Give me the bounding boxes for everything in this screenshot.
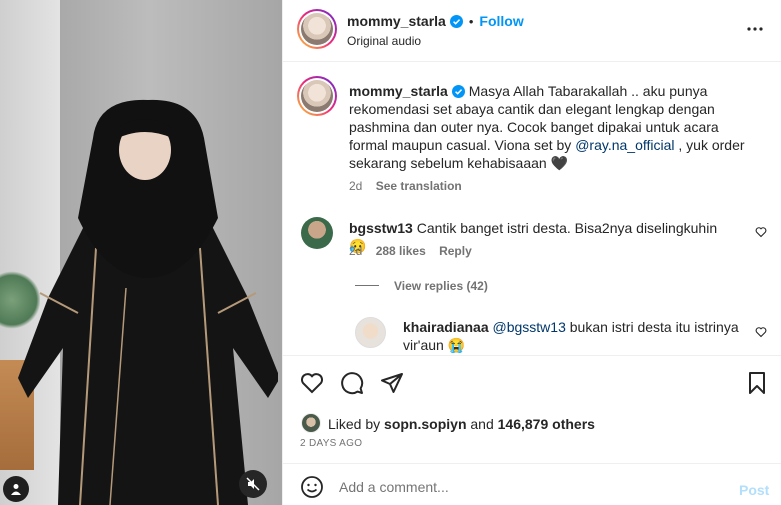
action-bar: Liked by sopn.sopiyn and 146,879 others … (283, 355, 781, 463)
emoji-smiley-icon[interactable] (300, 475, 324, 499)
post-media[interactable] (0, 0, 282, 505)
see-translation-button[interactable]: See translation (376, 179, 462, 193)
instagram-post: mommy_starla • Follow Original audio mommy… (0, 0, 781, 505)
more-options-icon[interactable] (746, 20, 764, 38)
reply-like-icon[interactable] (755, 326, 767, 338)
comment-bubble-icon[interactable] (340, 371, 364, 395)
likes-prefix: Liked by (328, 416, 381, 432)
model-figure (18, 99, 278, 505)
verified-badge-icon (449, 15, 463, 28)
post-date[interactable]: 2 DAYS AGO (300, 438, 362, 449)
avatar[interactable] (297, 9, 337, 49)
user-icon (11, 484, 21, 495)
reply-avatar[interactable] (355, 317, 386, 348)
add-comment-bar: Post (283, 463, 781, 505)
comment-username[interactable]: bgsstw13 (349, 220, 413, 236)
caption: mommy_starla Masya Allah Tabarakallah ..… (349, 82, 749, 172)
caption-avatar[interactable] (297, 76, 337, 116)
liker-username[interactable]: sopn.sopiyn (384, 416, 466, 432)
speaker-muted-icon (246, 477, 260, 491)
heart-emoji: 🖤 (550, 155, 569, 171)
verified-badge-icon (451, 85, 465, 98)
follow-button[interactable]: Follow (479, 13, 523, 29)
caption-mention[interactable]: @ray.na_official (575, 137, 674, 153)
mute-button[interactable] (239, 470, 267, 498)
post-panel: mommy_starla • Follow Original audio mommy… (282, 0, 781, 505)
reply-emoji: 😭 (447, 337, 466, 353)
header-username[interactable]: mommy_starla (347, 13, 446, 29)
reply-button[interactable]: Reply (439, 244, 472, 258)
tagged-users-button[interactable] (3, 476, 29, 502)
separator-dot: • (468, 14, 474, 29)
reply-username[interactable]: khairadianaa (403, 319, 489, 335)
caption-meta: 2d See translation (349, 179, 462, 193)
likes-count[interactable]: 146,879 others (498, 416, 595, 432)
post-button[interactable]: Post (739, 482, 769, 498)
comment-input[interactable] (339, 474, 719, 500)
comment-like-icon[interactable] (755, 226, 767, 238)
comment-likes[interactable]: 288 likes (376, 244, 426, 258)
comment-meta: 2d 288 likes Reply (349, 244, 472, 258)
like-heart-icon[interactable] (300, 371, 324, 395)
share-send-icon[interactable] (380, 371, 404, 395)
likes-summary: Liked by sopn.sopiyn and 146,879 others (328, 415, 595, 433)
comment-time: 2d (349, 244, 363, 258)
comment-text: Cantik banget istri desta. Bisa2nya dise… (416, 220, 718, 236)
likes-and: and (470, 416, 494, 432)
comment-avatar[interactable] (301, 217, 333, 249)
view-replies-button[interactable]: View replies (42) (394, 279, 488, 293)
bookmark-icon[interactable] (745, 371, 769, 395)
liker-avatar[interactable] (301, 413, 321, 433)
reply-mention[interactable]: @bgsstw13 (493, 319, 566, 335)
replies-line (355, 285, 379, 286)
caption-username[interactable]: mommy_starla (349, 83, 448, 99)
post-header: mommy_starla • Follow Original audio (283, 0, 781, 62)
caption-time: 2d (349, 179, 363, 193)
original-audio-link[interactable]: Original audio (347, 34, 421, 48)
reply: khairadianaa @bgsstw13 bukan istri desta… (403, 318, 743, 354)
